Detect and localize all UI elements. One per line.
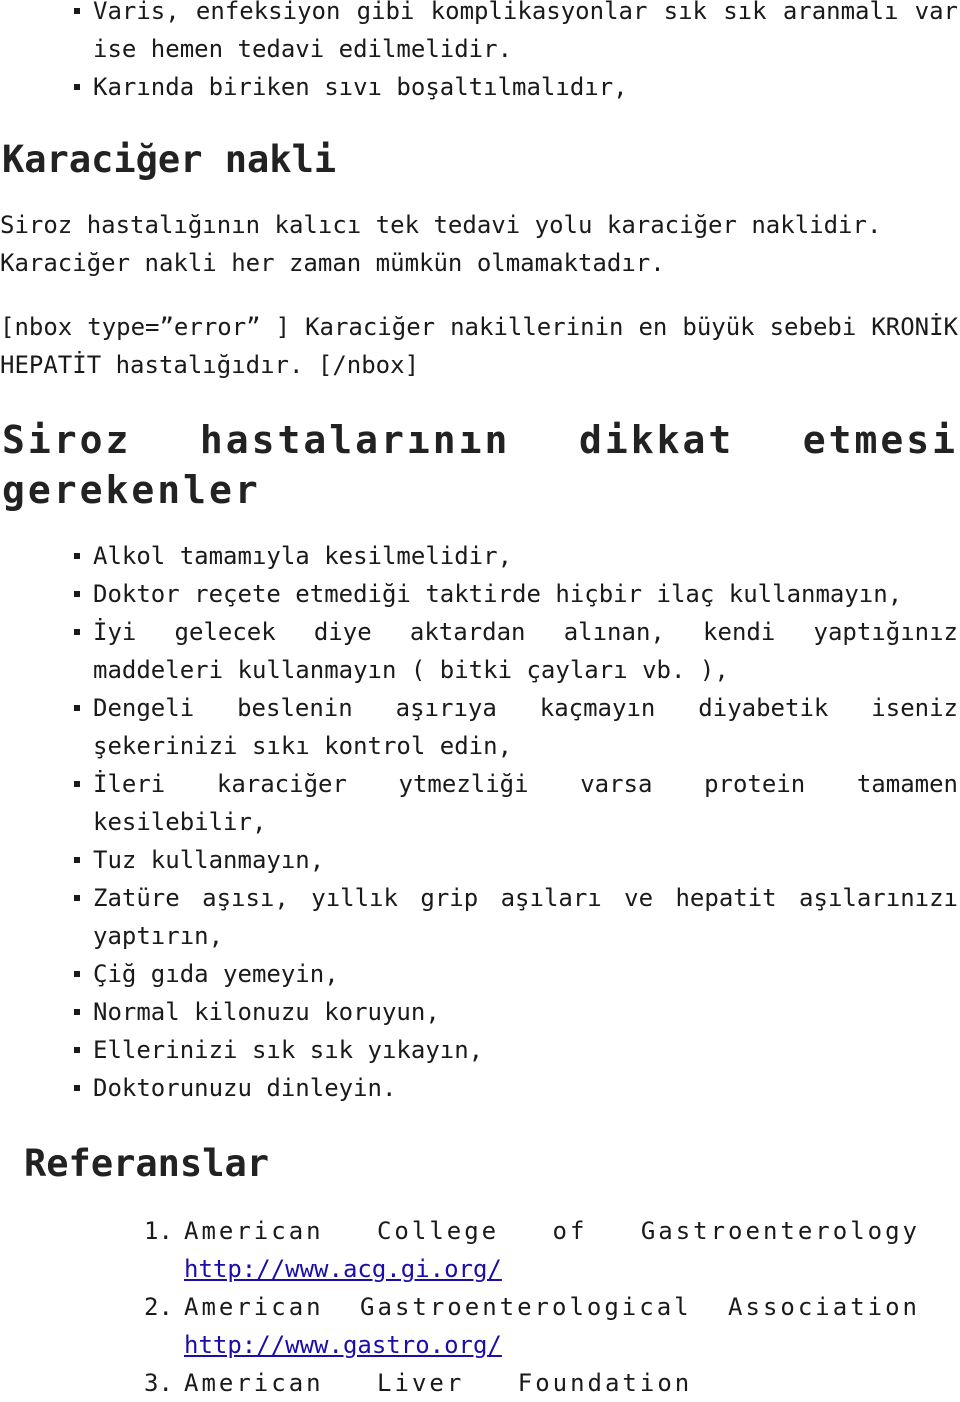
bullet-icon (74, 895, 80, 901)
bullet-icon (74, 705, 80, 711)
list-item: Çiğ gıda yemeyin, (0, 955, 960, 993)
section-heading-advice: Siroz hastalarının dikkat etmesi gereken… (2, 418, 958, 512)
bullet-icon (74, 971, 80, 977)
list-item-text: İyi gelecek diye aktardan alınan, kendi … (93, 618, 958, 684)
bullet-icon (74, 857, 80, 863)
list-item-text: Alkol tamamıyla kesilmelidir, (93, 542, 513, 570)
complications-list: Varis, enfeksiyon gibi komplikasyonlar s… (0, 0, 960, 106)
reference-item: 3. American Liver Foundation (0, 1364, 960, 1402)
reference-link[interactable]: http://www.acg.gi.org/ (184, 1255, 502, 1283)
list-item-text: Varis, enfeksiyon gibi komplikasyonlar s… (93, 0, 958, 63)
list-item: Ellerinizi sık sık yıkayın, (0, 1031, 960, 1069)
list-item: İleri karaciğer ytmezliği varsa protein … (0, 765, 960, 841)
list-item: Alkol tamamıyla kesilmelidir, (0, 537, 960, 575)
advice-list: Alkol tamamıyla kesilmelidir, Doktor reçe… (0, 537, 960, 1107)
list-item-text: Çiğ gıda yemeyin, (93, 960, 339, 988)
bullet-icon (74, 1085, 80, 1091)
list-item: İyi gelecek diye aktardan alınan, kendi … (0, 613, 960, 689)
bullet-icon (74, 84, 80, 90)
reference-title: American Gastroenterological Association (184, 1293, 920, 1321)
list-item: Doktorunuzu dinleyin. (0, 1069, 960, 1107)
list-item: Karında biriken sıvı boşaltılmalıdır, (0, 68, 960, 106)
reference-item: 1. American College of Gastroenterology ht… (0, 1212, 960, 1288)
list-item-text: Zatüre aşısı, yıllık grip aşıları ve hep… (93, 884, 958, 950)
list-item: Normal kilonuzu koruyun, (0, 993, 960, 1031)
advice-list-container: Alkol tamamıyla kesilmelidir, Doktor reçe… (0, 537, 960, 1107)
bullet-icon (74, 1047, 80, 1053)
bullet-icon (74, 591, 80, 597)
references-container: 1. American College of Gastroenterology ht… (0, 1212, 960, 1402)
section-heading-references: Referanslar (24, 1142, 270, 1185)
reference-number: 2. (144, 1293, 173, 1321)
bullet-icon (74, 629, 80, 635)
nbox-shortcode-paragraph: [nbox type=”error” ] Karaciğer nakilleri… (0, 313, 958, 379)
bullet-icon (74, 553, 80, 559)
references-list: 1. American College of Gastroenterology ht… (0, 1212, 960, 1402)
list-item-text: Doktor reçete etmediği taktirde hiçbir i… (93, 580, 903, 608)
list-item-text: Ellerinizi sık sık yıkayın, (93, 1036, 484, 1064)
list-item: Zatüre aşısı, yıllık grip aşıları ve hep… (0, 879, 960, 955)
list-item-text: Karında biriken sıvı boşaltılmalıdır, (93, 73, 628, 101)
transplant-paragraph: Siroz hastalığının kalıcı tek tedavi yol… (0, 211, 882, 277)
list-item: Varis, enfeksiyon gibi komplikasyonlar s… (0, 0, 960, 68)
bullet-icon (74, 1009, 80, 1015)
bullet-icon (74, 781, 80, 787)
reference-number: 1. (144, 1217, 173, 1245)
list-item-text: Tuz kullanmayın, (93, 846, 325, 874)
list-item: Doktor reçete etmediği taktirde hiçbir i… (0, 575, 960, 613)
reference-number: 3. (144, 1369, 173, 1397)
list-item-text: Normal kilonuzu koruyun, (93, 998, 440, 1026)
reference-link[interactable]: http://www.gastro.org/ (184, 1331, 502, 1359)
reference-item: 2. American Gastroenterological Associati… (0, 1288, 960, 1364)
reference-title: American College of Gastroenterology (184, 1217, 920, 1245)
list-item-text: Dengeli beslenin aşırıya kaçmayın diyabe… (93, 694, 958, 760)
reference-title: American Liver Foundation (184, 1369, 693, 1397)
list-item-text: İleri karaciğer ytmezliği varsa protein … (93, 770, 958, 836)
list-item: Dengeli beslenin aşırıya kaçmayın diyabe… (0, 689, 960, 765)
complications-list-container: Varis, enfeksiyon gibi komplikasyonlar s… (0, 0, 960, 106)
list-item-text: Doktorunuzu dinleyin. (93, 1074, 397, 1102)
section-heading-transplant: Karaciğer nakli (2, 138, 337, 181)
list-item: Tuz kullanmayın, (0, 841, 960, 879)
bullet-icon (74, 8, 80, 14)
